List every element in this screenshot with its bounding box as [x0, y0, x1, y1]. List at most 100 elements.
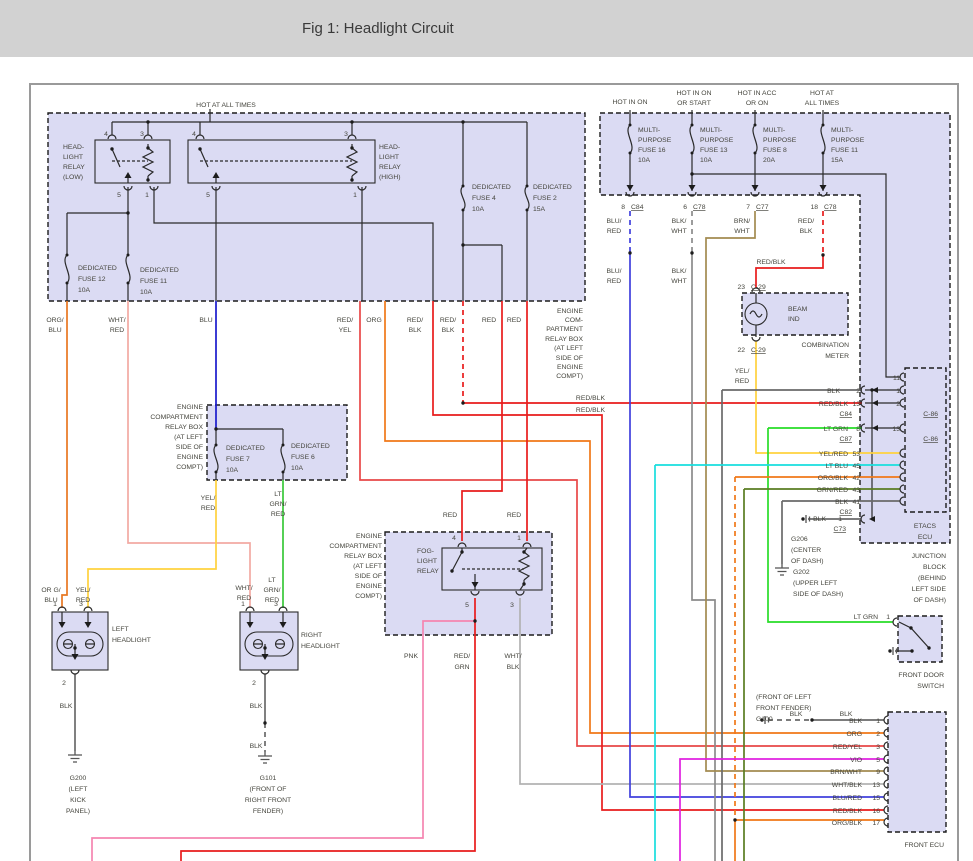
- label-grn-red-196: GRN/RED: [817, 487, 848, 494]
- label-red--39: RED/: [440, 317, 456, 324]
- label-15a-28: 15A: [533, 206, 546, 213]
- junction-dot: [146, 178, 150, 182]
- label-c-29-165: C-29: [751, 284, 766, 291]
- label-8-186: 8: [856, 426, 860, 433]
- label-multi--131: MULTI-: [700, 127, 722, 134]
- label-5-233: 5: [876, 757, 880, 764]
- label-1-12: 1: [145, 192, 149, 199]
- label-fuse-4-24: FUSE 4: [472, 195, 496, 202]
- label-1-227: 1: [876, 718, 880, 725]
- label-pnk-85: PNK: [404, 653, 418, 660]
- label-1-16: 1: [353, 192, 357, 199]
- junction-dot: [350, 178, 354, 182]
- junction-dot: [198, 147, 202, 151]
- label-red-65: RED: [201, 505, 215, 512]
- label-c84-144: C84: [631, 204, 644, 211]
- label-blu--159: BLU/: [606, 268, 621, 275]
- fuse-end-dot: [753, 151, 757, 155]
- label--behind-208: (BEHIND: [918, 575, 946, 582]
- label-c-86-189: C-86: [923, 436, 938, 443]
- label-wht-blk-236: WHT/BLK: [832, 782, 863, 789]
- junction-dot: [350, 146, 354, 150]
- label-compartment-70: COMPARTMENT: [329, 543, 382, 550]
- label-3-10: 3: [140, 131, 144, 138]
- label-red-68: RED: [271, 511, 285, 518]
- fuse-end-dot: [690, 151, 694, 155]
- label-15-239: 15: [872, 795, 880, 802]
- label-headlight-91: HEADLIGHT: [301, 643, 340, 650]
- label-c77-148: C77: [756, 204, 769, 211]
- label-ind-167: IND: [788, 316, 800, 323]
- label-4-79: 4: [452, 535, 456, 542]
- label-block-207: BLOCK: [923, 564, 947, 571]
- fuse-end-dot: [461, 208, 465, 212]
- label-10a-25: 10A: [472, 206, 485, 213]
- label-4-13: 4: [192, 131, 196, 138]
- label-wht-156: WHT: [734, 228, 749, 235]
- label-10a-130: 10A: [638, 157, 651, 164]
- label-brn-wht-234: BRN/WHT: [830, 769, 862, 776]
- label-c-86-184: C-86: [923, 411, 938, 418]
- label-brn--155: BRN/: [734, 218, 750, 225]
- label-1-80: 1: [517, 535, 521, 542]
- label-blk-224: BLK: [790, 711, 803, 718]
- label-blk-198: BLK: [835, 499, 848, 506]
- label-combination-170: COMBINATION: [802, 342, 850, 349]
- label-lt-109: LT: [268, 577, 275, 584]
- label-red-106: RED: [76, 597, 90, 604]
- label-17-243: 17: [872, 820, 880, 827]
- label-2-182: 2: [896, 401, 900, 408]
- junction-dot: [628, 251, 632, 255]
- label-7-147: 7: [746, 204, 750, 211]
- label-lt-blu-192: LT BLU: [826, 463, 849, 470]
- label-41-199: 41: [852, 499, 860, 506]
- label-multi--127: MULTI-: [638, 127, 660, 134]
- label-all-times-126: ALL TIMES: [805, 100, 840, 107]
- label-43-197: 43: [852, 487, 860, 494]
- label-red-blk-163: RED/BLK: [756, 259, 786, 266]
- label-53-191: 53: [852, 451, 860, 458]
- label-red-111: RED: [265, 597, 279, 604]
- label-red-blk-174: RED/BLK: [576, 395, 606, 402]
- label-blk-101: BLK: [250, 703, 263, 710]
- label--high--8: (HIGH): [379, 174, 401, 181]
- label-blk-158: BLK: [800, 228, 813, 235]
- label-g100-223: G100: [756, 716, 773, 723]
- fuse-end-dot: [461, 184, 465, 188]
- label-blu-30: BLU: [48, 327, 61, 334]
- junction-dot: [126, 211, 130, 215]
- junction-dot: [522, 582, 526, 586]
- label--at-left-54: (AT LEFT: [174, 434, 203, 441]
- junction-dot: [146, 146, 150, 150]
- label-11-176: 11: [893, 375, 900, 382]
- wiring-diagram: HOT AT ALL TIMES HEAD- LIGHT RELAY (LOW) HEAD…: [29, 83, 959, 861]
- label-left-side-209: LEFT SIDE: [912, 586, 947, 593]
- label-light-77: LIGHT: [417, 558, 437, 565]
- label-fuse-6-62: FUSE 6: [291, 454, 315, 461]
- label-com--44: COM-: [565, 317, 583, 324]
- fuse-end-dot: [65, 253, 69, 257]
- fuse-end-dot: [821, 151, 825, 155]
- label-fuse-7-59: FUSE 7: [226, 456, 250, 463]
- label-c-29-169: C-29: [751, 347, 766, 354]
- label-blk-225: BLK: [840, 711, 853, 718]
- label-yel--172: YEL/: [735, 368, 750, 375]
- label-hot-at-all-times-0: HOT AT ALL TIMES: [196, 102, 256, 109]
- label-10a-19: 10A: [78, 287, 91, 294]
- label-hot-in-on-121: HOT IN ON: [677, 90, 712, 97]
- front-door-switch-box: [897, 615, 943, 663]
- label-blk-177: BLK: [827, 388, 840, 395]
- label-dedicated-26: DEDICATED: [533, 184, 572, 191]
- label-grn--110: GRN/: [264, 587, 281, 594]
- label-blk-102: BLK: [250, 743, 263, 750]
- label-20a-138: 20A: [763, 157, 776, 164]
- label-fuse-11-141: FUSE 11: [831, 147, 858, 154]
- label-red-84: RED: [507, 512, 521, 519]
- label-blk-89: BLK: [507, 664, 520, 671]
- label-red-32: RED: [110, 327, 124, 334]
- label--upper-left-215: (UPPER LEFT: [793, 580, 837, 587]
- junction-dot: [927, 646, 931, 650]
- label-yel-red-190: YEL/RED: [819, 451, 848, 458]
- label-relay-7: RELAY: [379, 164, 401, 171]
- fuse-end-dot: [126, 281, 130, 285]
